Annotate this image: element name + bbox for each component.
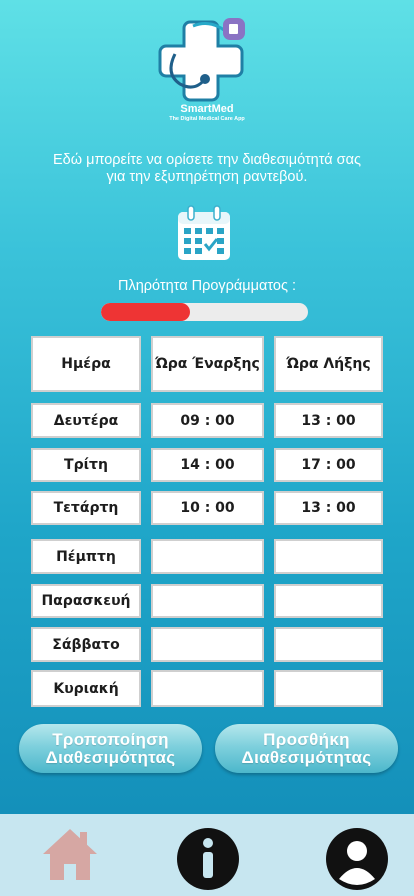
start-time-field[interactable]: 09 : 00 (151, 403, 264, 438)
intro-line-1: Εδώ μπορείτε να ορίσετε την διαθεσιμότητ… (53, 152, 361, 168)
brand-name: SmartMed (180, 103, 234, 115)
intro-line-2: για την εξυπηρέτηση ραντεβού. (106, 169, 308, 185)
day-cell: Πέμπτη (31, 539, 141, 574)
intro-text: Εδώ μπορείτε να ορίσετε την διαθεσιμότητ… (15, 152, 399, 186)
day-cell: Δευτέρα (31, 403, 141, 438)
day-cell: Κυριακή (31, 670, 141, 707)
start-time-field[interactable] (151, 584, 264, 618)
end-time-field[interactable] (274, 584, 383, 618)
day-cell: Τετάρτη (31, 491, 141, 525)
modify-availability-label-1: Τροποποίηση (52, 729, 169, 749)
day-cell: Τρίτη (31, 448, 141, 482)
modify-availability-label-2: Διαθεσιμότητας (45, 747, 176, 767)
end-time-field[interactable] (274, 670, 383, 707)
end-time-field[interactable]: 17 : 00 (274, 448, 383, 482)
end-time-field[interactable]: 13 : 00 (274, 491, 383, 525)
modify-availability-button[interactable]: Τροποποίηση Διαθεσιμότητας (19, 724, 202, 773)
start-time-field[interactable] (151, 627, 264, 662)
day-cell: Παρασκευή (31, 584, 141, 618)
start-time-field[interactable] (151, 670, 264, 707)
end-time-field[interactable] (274, 539, 383, 574)
user-icon[interactable] (325, 827, 389, 891)
day-cell: Σάββατο (31, 627, 141, 662)
end-time-field[interactable]: 13 : 00 (274, 403, 383, 438)
add-availability-button[interactable]: Προσθήκη Διαθεσιμότητας (215, 724, 398, 773)
header-start-time: Ώρα Έναρξης (151, 336, 264, 392)
header-end-time: Ώρα Λήξης (274, 336, 383, 392)
smartmed-logo (158, 18, 245, 102)
add-availability-label-1: Προσθήκη (263, 729, 350, 749)
schedule-completeness-fill (101, 303, 190, 321)
start-time-field[interactable] (151, 539, 264, 574)
schedule-completeness-label: Πληρότητα Προγράμματος : (117, 278, 296, 294)
brand-tagline: The Digital Medical Care App (169, 116, 245, 122)
end-time-field[interactable] (274, 627, 383, 662)
start-time-field[interactable]: 10 : 00 (151, 491, 264, 525)
add-availability-label-2: Διαθεσιμότητας (241, 747, 372, 767)
info-icon[interactable] (176, 827, 240, 891)
calendar-check-icon (178, 205, 230, 260)
header-day: Ημέρα (31, 336, 141, 392)
home-icon[interactable] (40, 826, 100, 882)
schedule-completeness-bar (101, 303, 308, 321)
start-time-field[interactable]: 14 : 00 (151, 448, 264, 482)
